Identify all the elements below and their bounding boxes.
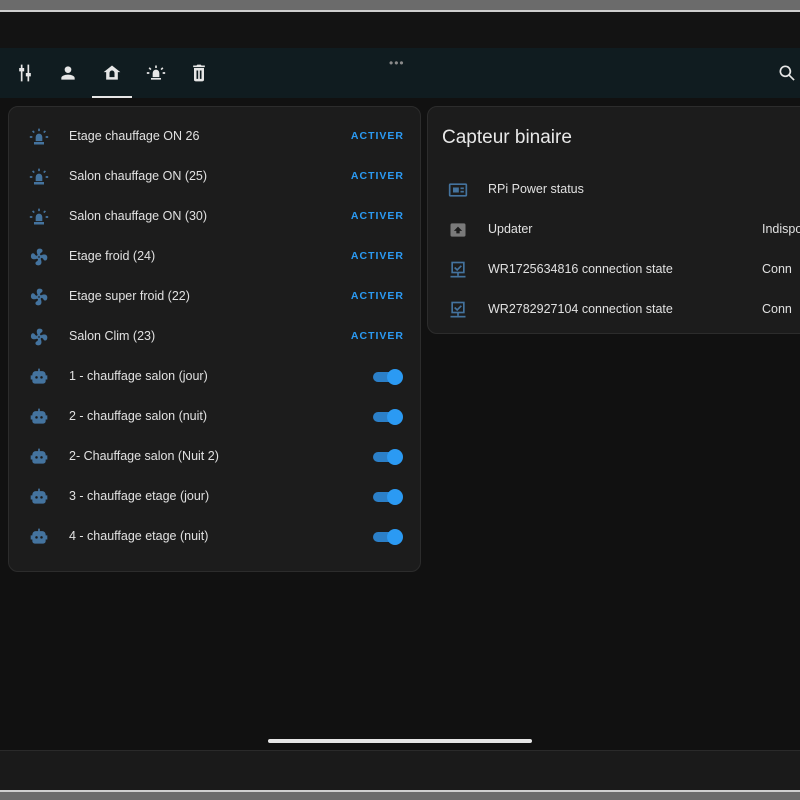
lan-connect-icon [448,300,468,320]
robot-icon [29,407,49,427]
automation-toggle[interactable] [373,489,403,505]
scene-label: Etage chauffage ON 26 [69,129,200,143]
automation-toggle[interactable] [373,449,403,465]
lan-connect-icon [448,260,468,280]
sensor-label: WR2782927104 connection state [488,302,673,316]
siren-icon [29,207,49,227]
package-up-icon [448,220,468,240]
sensor-row[interactable]: WR1725634816 connection state Conn [428,250,800,290]
siren-icon [29,167,49,187]
sensor-row[interactable]: RPi Power status [428,170,800,210]
automation-label: 4 - chauffage etage (nuit) [69,529,209,543]
scene-label: Etage froid (24) [69,249,156,263]
automation-row: 2 - chauffage salon (nuit) [9,397,420,437]
status-bar [0,12,800,48]
fan-icon [29,287,49,307]
raspberry-pi-icon [448,180,468,200]
binary-sensor-card: Capteur binaire RPi Power status Updater… [427,106,800,334]
scene-label: Etage super froid (22) [69,289,190,303]
sensor-value: Indispo [762,222,800,236]
tab-person[interactable] [55,60,81,86]
tab-home[interactable] [99,60,125,86]
bottom-bar [0,750,800,790]
automation-label: 1 - chauffage salon (jour) [69,369,208,383]
scene-row: Salon chauffage ON (30) ACTIVER [9,197,420,237]
tab-alarm[interactable] [143,60,169,86]
automation-toggle[interactable] [373,529,403,545]
automation-label: 3 - chauffage etage (jour) [69,489,210,503]
sensor-label: WR1725634816 connection state [488,262,673,276]
siren-icon [29,127,49,147]
top-toolbar: ••• [0,48,800,98]
activate-button[interactable]: ACTIVER [351,130,404,142]
sensor-value: Conn [762,302,792,316]
automation-row: 3 - chauffage etage (jour) [9,477,420,517]
robot-icon [29,487,49,507]
sensor-row[interactable]: Updater Indispo [428,210,800,250]
scene-row: Salon Clim (23) ACTIVER [9,317,420,357]
automation-toggle[interactable] [373,369,403,385]
sensor-value: Conn [762,262,792,276]
activate-button[interactable]: ACTIVER [351,170,404,182]
card-title: Capteur binaire [442,127,572,148]
home-icon [103,65,121,80]
activate-button[interactable]: ACTIVER [351,290,404,302]
automation-row: 1 - chauffage salon (jour) [9,357,420,397]
sensor-label: Updater [488,222,533,236]
scene-label: Salon chauffage ON (30) [69,209,208,223]
sensor-label: RPi Power status [488,182,584,196]
scenes-automations-card: Etage chauffage ON 26 ACTIVER Salon chau… [8,106,421,572]
delete-icon [193,64,205,82]
fan-icon [29,247,49,267]
activate-button[interactable]: ACTIVER [351,250,404,262]
home-indicator[interactable] [268,739,532,743]
robot-icon [29,527,49,547]
automation-toggle[interactable] [373,409,403,425]
scene-label: Salon Clim (23) [69,329,156,343]
scene-label: Salon chauffage ON (25) [69,169,208,183]
automation-label: 2 - chauffage salon (nuit) [69,409,208,423]
automation-row: 4 - chauffage etage (nuit) [9,517,420,557]
activate-button[interactable]: ACTIVER [351,330,404,342]
sensor-row[interactable]: WR2782927104 connection state Conn [428,290,800,330]
activate-button[interactable]: ACTIVER [351,210,404,222]
scene-row: Etage chauffage ON 26 ACTIVER [9,117,420,157]
tune-icon [19,64,31,82]
tab-delete[interactable] [186,60,212,86]
active-tab-indicator [92,96,132,98]
robot-icon [29,367,49,387]
scene-row: Etage froid (24) ACTIVER [9,237,420,277]
tablet-screen: ••• Etage chauffage ON 26 ACTIVER Salon … [0,10,800,792]
automation-label: 2- Chauffage salon (Nuit 2) [69,449,219,463]
person-icon [61,66,75,80]
scene-row: Etage super froid (22) ACTIVER [9,277,420,317]
alarm-light-icon [146,65,166,80]
automation-row: 2- Chauffage salon (Nuit 2) [9,437,420,477]
overflow-dots[interactable]: ••• [389,56,405,70]
fan-icon [29,327,49,347]
search-icon [779,65,795,81]
scene-row: Salon chauffage ON (25) ACTIVER [9,157,420,197]
tab-tune[interactable] [12,60,38,86]
robot-icon [29,447,49,467]
search-button[interactable] [774,60,800,86]
